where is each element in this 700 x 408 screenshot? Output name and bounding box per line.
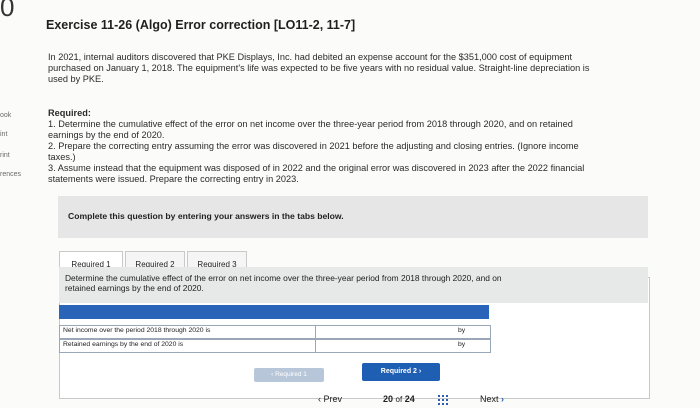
tab-description: Determine the cumulative effect of the e… [59,267,648,303]
answer-table-header [59,305,489,319]
prev-required-button[interactable]: ‹ Required 1 [254,368,324,382]
requirement-line: statements were issued. Prepare the corr… [48,174,299,184]
table-row: Retained earnings by the end of 2020 is … [59,339,491,353]
description-line: Determine the cumulative effect of the e… [65,273,502,283]
requirement-line: taxes.) [48,152,76,162]
net-income-effect-input[interactable] [315,326,456,338]
prev-label: Prev [323,394,343,404]
tab-description-text: Determine the cumulative effect of the e… [65,273,625,293]
required-section: Required: 1. Determine the cumulative ef… [48,108,653,185]
problem-intro: In 2021, internal auditors discovered th… [48,52,653,85]
instructions-text: Complete this question by entering your … [68,211,344,221]
chevron-right-icon: › [416,368,422,375]
next-label: Next [480,394,499,404]
sidebar-fragment-book[interactable]: ook [0,112,11,119]
intro-line: used by PKE. [48,74,104,84]
next-page-link[interactable]: Next › [480,394,504,404]
sidebar-fragment-print[interactable]: int [0,131,7,138]
next-required-label: Required 2 [380,368,417,375]
chevron-right-icon: › [498,394,505,404]
requirement-line: 1. Determine the cumulative effect of th… [48,119,573,129]
row-suffix: by [458,327,466,334]
page-current: 20 [383,394,394,404]
table-row: Net income over the period 2018 through … [59,325,491,339]
row-label: Retained earnings by the end of 2020 is [63,341,184,348]
grid-icon[interactable] [438,395,450,405]
page-total: 24 [404,394,415,404]
page-counter: 20 of 24 [383,394,415,404]
intro-line: In 2021, internal auditors discovered th… [48,52,573,62]
corner-number: 0 [0,0,15,22]
sidebar-fragment-references[interactable]: rences [0,171,21,178]
description-line: retained earnings by the end of 2020. [65,283,204,293]
requirement-line: 2. Prepare the correcting entry assuming… [48,141,579,151]
exercise-title: Exercise 11-26 (Algo) Error correction [… [46,18,356,32]
requirement-line: 3. Assume instead that the equipment was… [48,163,585,173]
intro-line: purchased on January 1, 2018. The equipm… [48,63,590,73]
required-heading: Required: [48,108,91,118]
page-of: of [395,395,403,404]
row-label: Net income over the period 2018 through … [63,327,211,334]
retained-earnings-effect-input[interactable] [315,340,456,352]
requirement-line: earnings by the end of 2020. [48,130,165,140]
instructions-box: Complete this question by entering your … [58,196,648,238]
next-required-button[interactable]: Required 2 › [362,363,440,381]
sidebar-fragment-print-2[interactable]: rint [0,152,10,159]
prev-page-link[interactable]: ‹ Prev [318,394,342,404]
prev-required-label: Required 1 [275,371,307,378]
row-suffix: by [458,341,466,348]
